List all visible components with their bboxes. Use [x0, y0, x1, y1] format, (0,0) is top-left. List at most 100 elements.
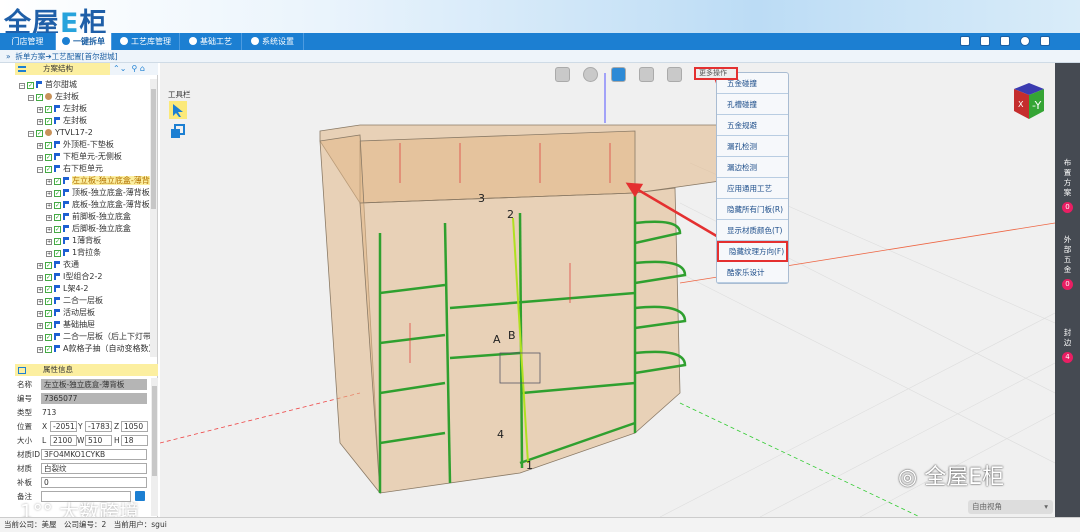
box-icon[interactable] — [555, 67, 570, 82]
width-field[interactable]: 510 — [85, 435, 112, 446]
material-id-field[interactable]: 3FO4MKO1CYKB — [41, 449, 147, 460]
tree-node[interactable]: + ✓ 基础抽屉 — [15, 319, 150, 331]
expand-icon[interactable]: + — [37, 287, 43, 293]
expand-icon[interactable]: + — [46, 179, 52, 185]
checkbox[interactable]: ✓ — [36, 94, 43, 101]
tree-node[interactable]: + ✓ I型组合2-2 — [15, 271, 150, 283]
tree-node[interactable]: + ✓ 1薄背板 — [15, 235, 150, 247]
tree-node[interactable]: + ✓ 1背拉条 — [15, 247, 150, 259]
sidebar-layout-scheme[interactable]: 布置方案 0 — [1055, 158, 1080, 213]
pos-y-field[interactable]: -1783.4 — [85, 421, 112, 432]
tree-node[interactable]: + ✓ 衣通 — [15, 259, 150, 271]
menu-item[interactable]: 隐藏纹理方向(F) — [717, 241, 788, 262]
code-field[interactable]: 7365077 — [41, 393, 147, 404]
tree-node[interactable]: + ✓ 左立板-独立底盒-薄背板 — [15, 175, 150, 187]
layers-toggle-icon[interactable] — [611, 67, 626, 82]
menu-item[interactable]: 五金规避 — [717, 115, 788, 136]
tree-scrollbar[interactable] — [150, 79, 157, 357]
tree-node[interactable]: − ✓ 右下柜单元 — [15, 163, 150, 175]
tree-node[interactable]: − ✓ 首尔甜城 — [15, 79, 150, 91]
tab-process-lib[interactable]: 工艺库管理 — [112, 33, 180, 50]
expand-icon[interactable]: + — [37, 119, 43, 125]
tab-store[interactable]: 门店管理 — [0, 33, 56, 50]
patch-field[interactable]: 0 — [41, 477, 147, 488]
tree-node[interactable]: + ✓ 活动层板 — [15, 307, 150, 319]
length-field[interactable]: 2100 — [50, 435, 77, 446]
layers-icon[interactable] — [169, 123, 187, 141]
expand-icon[interactable]: + — [46, 239, 52, 245]
expand-icon[interactable]: + — [37, 299, 43, 305]
expand-icon[interactable]: − — [28, 131, 34, 137]
pos-z-field[interactable]: 1050 — [121, 421, 148, 432]
checkbox[interactable]: ✓ — [45, 310, 52, 317]
checkbox[interactable]: ✓ — [54, 202, 61, 209]
checkbox[interactable]: ✓ — [54, 190, 61, 197]
expand-icon[interactable]: + — [46, 251, 52, 257]
tree-node[interactable]: − ✓ YTVL17-2 — [15, 127, 150, 139]
checkbox[interactable]: ✓ — [45, 322, 52, 329]
height-field[interactable]: 18 — [121, 435, 148, 446]
tree-node[interactable]: + ✓ 下柜单元-无侧板 — [15, 151, 150, 163]
sidebar-edge-banding[interactable]: 封边 4 — [1055, 328, 1080, 363]
breadcrumb-item[interactable]: 拆单方案 — [15, 52, 45, 61]
user-icon[interactable] — [1000, 36, 1010, 46]
checkbox[interactable]: ✓ — [45, 154, 52, 161]
view-cube[interactable]: X -Y — [1010, 81, 1048, 121]
name-field[interactable]: 左立板-独立底盒-薄背板 — [41, 379, 147, 390]
tree-node[interactable]: + ✓ L架4-2 — [15, 283, 150, 295]
checkbox[interactable]: ✓ — [54, 226, 61, 233]
tree-node[interactable]: + ✓ 外顶柜-下垫板 — [15, 139, 150, 151]
expand-icon[interactable]: + — [37, 335, 43, 341]
checkbox[interactable]: ✓ — [45, 118, 52, 125]
sidebar-external-hardware[interactable]: 外部五金 0 — [1055, 235, 1080, 290]
tree-node[interactable]: + ✓ 后脚板-独立底盒 — [15, 223, 150, 235]
select-arrow-icon[interactable] — [169, 101, 187, 119]
material-field[interactable]: 白裂纹 — [41, 463, 147, 474]
checkbox[interactable]: ✓ — [45, 286, 52, 293]
tree-node[interactable]: + ✓ 前脚板-独立底盒 — [15, 211, 150, 223]
checkbox[interactable]: ✓ — [45, 346, 52, 353]
menu-icon[interactable] — [18, 66, 26, 72]
checkbox[interactable]: ✓ — [54, 238, 61, 245]
logout-icon[interactable] — [1040, 36, 1050, 46]
expand-icon[interactable]: + — [46, 203, 52, 209]
menu-item[interactable]: 漏边检测 — [717, 157, 788, 178]
tab-one-click-split[interactable]: 一键拆单 — [56, 33, 112, 50]
expand-icon[interactable]: + — [37, 143, 43, 149]
expand-icon[interactable]: + — [37, 347, 43, 353]
checkbox[interactable]: ✓ — [36, 130, 43, 137]
expand-icon[interactable]: + — [46, 191, 52, 197]
expand-icon[interactable]: − — [19, 83, 25, 89]
checkbox[interactable]: ✓ — [45, 298, 52, 305]
menu-item[interactable]: 应用通用工艺 — [717, 178, 788, 199]
checkbox[interactable]: ✓ — [54, 250, 61, 257]
expand-icon[interactable]: − — [28, 95, 34, 101]
checkbox[interactable]: ✓ — [54, 178, 61, 185]
fullscreen-icon[interactable] — [639, 67, 654, 82]
expand-icon[interactable]: + — [37, 323, 43, 329]
tree-node[interactable]: + ✓ 左封板 — [15, 103, 150, 115]
checkbox[interactable]: ✓ — [45, 274, 52, 281]
menu-item[interactable]: 隐藏所有门板(R) — [717, 199, 788, 220]
checkbox[interactable]: ✓ — [27, 82, 34, 89]
tree-node[interactable]: + ✓ 顶板-独立底盒-薄背板 — [15, 187, 150, 199]
menu-item[interactable]: 漏孔检测 — [717, 136, 788, 157]
tree-node[interactable]: − ✓ 左封板 — [15, 91, 150, 103]
menu-item[interactable]: 孔槽碰撞 — [717, 94, 788, 115]
gear-icon[interactable] — [1020, 36, 1030, 46]
checkbox[interactable]: ✓ — [45, 262, 52, 269]
store-icon[interactable] — [960, 36, 970, 46]
tab-settings[interactable]: 系统设置 — [242, 33, 304, 50]
checkbox[interactable]: ✓ — [54, 214, 61, 221]
expand-icon[interactable]: + — [46, 215, 52, 221]
expand-icon[interactable]: + — [37, 107, 43, 113]
expand-icon[interactable]: + — [37, 263, 43, 269]
checkbox[interactable]: ✓ — [45, 106, 52, 113]
menu-item[interactable]: 酷家乐设计 — [717, 262, 788, 283]
expand-icon[interactable]: + — [37, 311, 43, 317]
target-icon[interactable] — [583, 67, 598, 82]
tree-node[interactable]: + ✓ 二合一层板 — [15, 295, 150, 307]
tree-node[interactable]: + ✓ 底板-独立底盒-薄背板 — [15, 199, 150, 211]
3d-viewport[interactable]: 1 2 3 4 A B 工具栏 五金碰撞 孔槽碰撞 五金规避 漏孔检测 漏边检测 应用通用… — [160, 63, 1055, 517]
pos-x-field[interactable]: -2051.5 — [50, 421, 77, 432]
